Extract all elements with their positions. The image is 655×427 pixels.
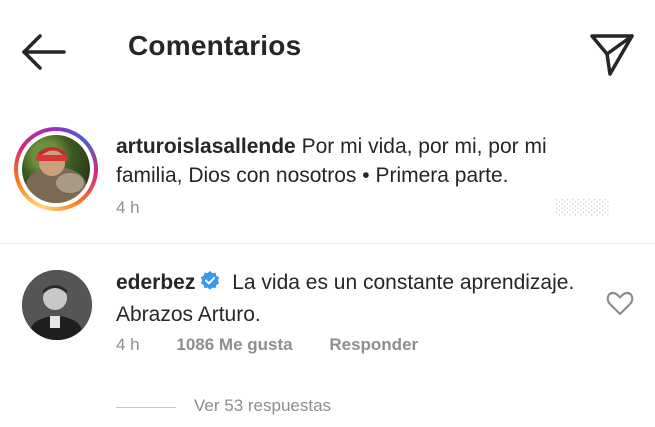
comment-meta: 4 h 1086 Me gusta Responder <box>116 335 450 355</box>
replies-divider <box>116 407 176 408</box>
share-button[interactable] <box>588 30 636 78</box>
avatar-photo <box>22 270 92 340</box>
avatar <box>22 135 90 203</box>
heart-icon <box>606 291 634 316</box>
likes-count[interactable]: 1086 Me gusta <box>176 335 292 354</box>
comment-time: 4 h <box>116 198 140 217</box>
comment-meta: 4 h <box>116 198 172 218</box>
like-button[interactable] <box>605 288 635 318</box>
verified-badge-icon <box>199 270 221 300</box>
back-button[interactable] <box>18 30 70 74</box>
watermark: ░░░░░ <box>556 200 610 216</box>
view-replies-button[interactable]: Ver 53 respuestas <box>194 396 331 416</box>
avatar-photo <box>26 147 86 203</box>
divider <box>0 243 655 244</box>
comment-time: 4 h <box>116 335 140 354</box>
reply-button[interactable]: Responder <box>329 335 418 354</box>
paper-plane-icon <box>590 34 634 76</box>
comment-username[interactable]: ederbez <box>116 271 195 294</box>
comment-text: arturoislasallende Por mi vida, por mi, … <box>116 132 616 190</box>
page-title: Comentarios <box>128 30 302 61</box>
comment-text: ederbez La vida es un constante aprendiz… <box>116 268 616 329</box>
avatar[interactable] <box>22 270 92 340</box>
avatar-story-ring[interactable] <box>14 127 98 211</box>
header: Comentarios <box>0 0 655 100</box>
comment-username[interactable]: arturoislasallende <box>116 135 296 158</box>
arrow-left-icon <box>22 34 66 70</box>
